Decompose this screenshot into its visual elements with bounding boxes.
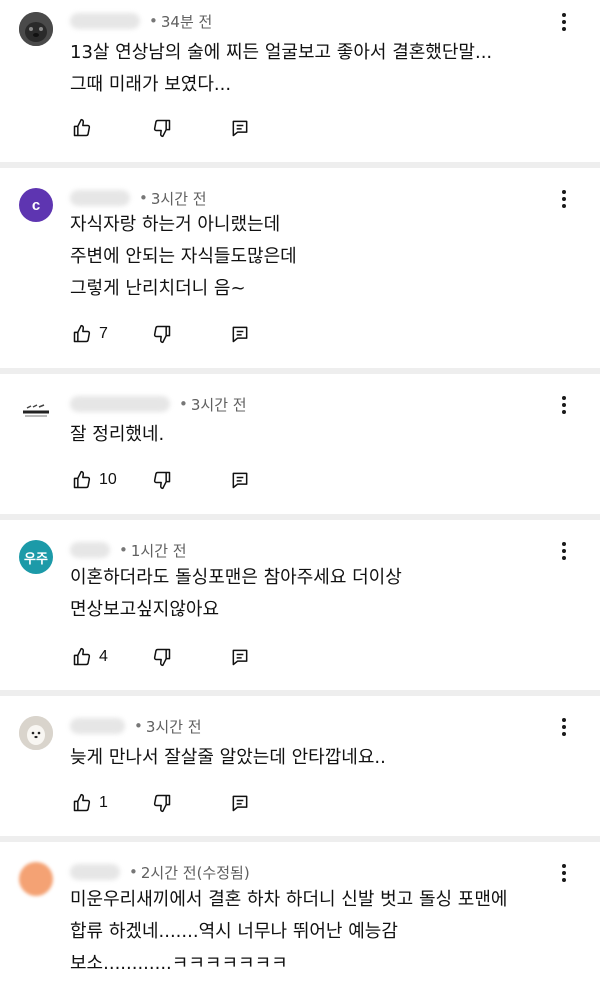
avatar-initials: c <box>31 196 41 214</box>
comment-timestamp: 1시간 전 <box>130 541 187 560</box>
blurred-author-name <box>70 396 170 412</box>
avatar[interactable]: 우주 <box>19 540 53 574</box>
separator-dot: • <box>149 12 158 30</box>
thumbs-down-icon <box>153 471 171 490</box>
comment-actions: 1 <box>72 791 250 815</box>
comment-text: 늦게 만나서 잘살줄 알았는데 안타깝네요.. <box>70 747 386 768</box>
reply-button[interactable] <box>230 470 250 490</box>
thumbs-down-icon <box>153 648 171 667</box>
comment-timestamp: 3시간 전 <box>145 717 202 736</box>
comment-meta: • 3시간 전 <box>70 715 202 737</box>
thumbs-up-icon <box>73 324 91 343</box>
like-count: 4 <box>99 648 108 665</box>
separator-dot: • <box>129 863 138 881</box>
puppy-avatar-icon <box>19 716 53 750</box>
comment-text: 이혼하더라도 돌싱포맨은 참아주세요 더이상 면상보고싶지않아요 <box>70 567 402 620</box>
comment-meta: • 34분 전 <box>70 10 212 32</box>
comment-item: • 2시간 전(수정됨) 미운우리새끼에서 결혼 하차 하더니 신발 벗고 돌싱… <box>0 842 600 985</box>
like-button[interactable]: 7 <box>72 324 152 344</box>
separator-dot: • <box>119 541 128 559</box>
comment-item: 우주 • 1시간 전 이혼하더라도 돌싱포맨은 참아주세요 더이상 면상보고싶지… <box>0 520 600 690</box>
comment-item: • 3시간 전 잘 정리했네. 10 <box>0 374 600 514</box>
comment-item: • 3시간 전 늦게 만나서 잘살줄 알았는데 안타깝네요.. 1 <box>0 696 600 836</box>
blurred-author-name <box>70 13 140 29</box>
comment-meta: • 3시간 전 <box>70 393 247 415</box>
comment-timestamp: 2시간 전(수정됨) <box>140 863 250 882</box>
reply-icon <box>232 472 248 489</box>
like-button[interactable]: 10 <box>72 470 152 490</box>
more-options-button[interactable] <box>552 538 576 564</box>
separator-dot: • <box>179 395 188 413</box>
more-options-button[interactable] <box>552 714 576 740</box>
like-button[interactable]: 4 <box>72 647 152 667</box>
avatar[interactable] <box>19 716 53 750</box>
dog-avatar-icon <box>19 12 53 46</box>
comment-timestamp: 3시간 전 <box>190 395 247 414</box>
thumbs-up-icon <box>73 470 91 489</box>
reply-icon <box>232 649 248 666</box>
thumbs-down-icon <box>153 794 171 813</box>
sketch-avatar-icon <box>19 394 53 428</box>
comment-text: 자식자랑 하는거 아니랬는데 주변에 안되는 자식들도많은데 그렇게 난리치더니… <box>70 214 297 299</box>
reply-button[interactable] <box>230 793 250 813</box>
thumbs-down-icon <box>153 325 171 344</box>
comment-meta: • 2시간 전(수정됨) <box>70 861 250 883</box>
like-button[interactable] <box>72 118 152 138</box>
comment-meta: • 1시간 전 <box>70 539 187 561</box>
like-count: 7 <box>99 325 108 342</box>
like-count: 1 <box>99 794 108 811</box>
reply-icon <box>232 120 248 137</box>
comment-actions <box>72 116 250 140</box>
comment-actions: 4 <box>72 645 250 669</box>
reply-icon <box>232 326 248 343</box>
dislike-button[interactable] <box>152 793 230 813</box>
like-count: 10 <box>99 471 117 488</box>
like-button[interactable]: 1 <box>72 793 152 813</box>
dislike-button[interactable] <box>152 470 230 490</box>
separator-dot: • <box>139 189 148 207</box>
reply-button[interactable] <box>230 324 250 344</box>
more-options-button[interactable] <box>552 392 576 418</box>
comment-text: 13살 연상남의 술에 찌든 얼굴보고 좋아서 결혼했단말... 그때 미래가 … <box>70 42 493 95</box>
thumbs-up-icon <box>73 647 91 666</box>
reply-button[interactable] <box>230 118 250 138</box>
reply-icon <box>232 795 248 812</box>
comment-actions: 10 <box>72 468 250 492</box>
avatar[interactable] <box>19 12 53 46</box>
blurred-author-name <box>70 542 110 558</box>
reply-button[interactable] <box>230 647 250 667</box>
avatar-initials: 우주 <box>24 550 48 566</box>
avatar[interactable]: c <box>19 188 53 222</box>
more-options-button[interactable] <box>552 860 576 886</box>
thumbs-up-icon <box>73 118 91 137</box>
thumbs-up-icon <box>73 793 91 812</box>
comment-item: • 34분 전 13살 연상남의 술에 찌든 얼굴보고 좋아서 결혼했단말...… <box>0 0 600 162</box>
comment-item: c • 3시간 전 자식자랑 하는거 아니랬는데 주변에 안되는 자식들도많은데… <box>0 168 600 368</box>
blurred-author-name <box>70 864 120 880</box>
separator-dot: • <box>134 717 143 735</box>
blurred-author-name <box>70 718 125 734</box>
dislike-button[interactable] <box>152 324 230 344</box>
comment-timestamp: 3시간 전 <box>150 189 207 208</box>
more-options-button[interactable] <box>552 9 576 35</box>
avatar[interactable] <box>19 394 53 428</box>
thumbs-down-icon <box>153 119 171 138</box>
blurred-author-name <box>70 190 130 206</box>
comment-timestamp: 34분 전 <box>160 12 213 31</box>
comment-text: 잘 정리했네. <box>70 424 165 445</box>
avatar[interactable] <box>19 862 53 896</box>
comment-text: 미운우리새끼에서 결혼 하차 하더니 신발 벗고 돌싱 포맨에 합류 하겠네..… <box>70 889 508 974</box>
comment-meta: • 3시간 전 <box>70 187 207 209</box>
comment-actions: 7 <box>72 322 250 346</box>
dislike-button[interactable] <box>152 118 230 138</box>
dislike-button[interactable] <box>152 647 230 667</box>
